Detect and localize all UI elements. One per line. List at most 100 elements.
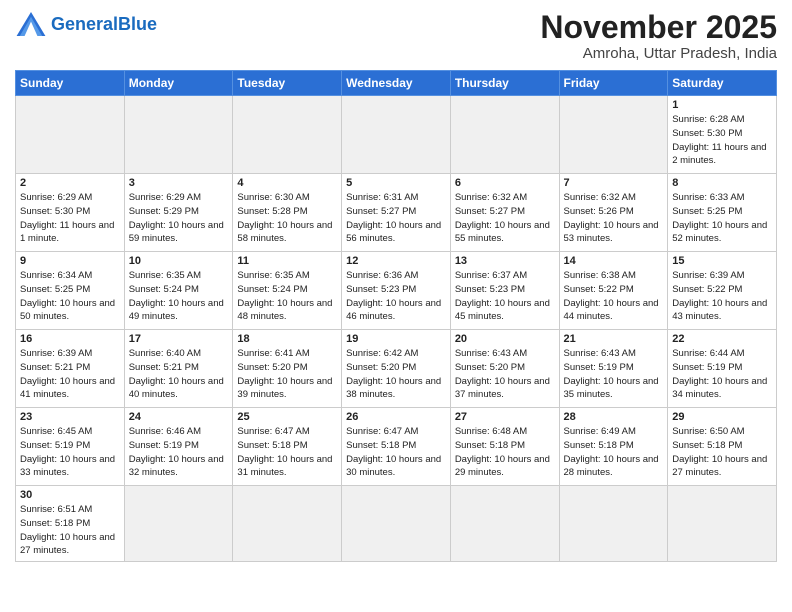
day-info: Sunrise: 6:40 AM Sunset: 5:21 PM Dayligh…	[129, 347, 229, 402]
header-cell-saturday: Saturday	[668, 71, 777, 96]
day-cell: 18 Sunrise: 6:41 AM Sunset: 5:20 PM Dayli…	[233, 330, 342, 408]
day-cell: 4 Sunrise: 6:30 AM Sunset: 5:28 PM Daylig…	[233, 174, 342, 252]
day-cell: 20 Sunrise: 6:43 AM Sunset: 5:20 PM Dayli…	[450, 330, 559, 408]
day-cell: 6 Sunrise: 6:32 AM Sunset: 5:27 PM Daylig…	[450, 174, 559, 252]
day-number: 30	[20, 489, 120, 501]
day-number: 5	[346, 177, 446, 189]
day-number: 10	[129, 255, 229, 267]
week-row-2: 2Sunrise: 6:29 AM Sunset: 5:30 PM Daylig…	[16, 174, 777, 252]
day-cell: 16 Sunrise: 6:39 AM Sunset: 5:21 PM Dayli…	[16, 330, 125, 408]
header-cell-wednesday: Wednesday	[342, 71, 451, 96]
subtitle: Amroha, Uttar Pradesh, India	[540, 45, 777, 62]
day-number: 6	[455, 177, 555, 189]
day-number: 25	[237, 411, 337, 423]
day-cell: 5Sunrise: 6:31 AM Sunset: 5:27 PM Daylig…	[342, 174, 451, 252]
day-info: Sunrise: 6:32 AM Sunset: 5:27 PM Dayligh…	[455, 191, 555, 246]
day-cell	[233, 96, 342, 174]
day-number: 26	[346, 411, 446, 423]
day-info: Sunrise: 6:47 AM Sunset: 5:18 PM Dayligh…	[346, 425, 446, 480]
day-info: Sunrise: 6:33 AM Sunset: 5:25 PM Dayligh…	[672, 191, 772, 246]
day-info: Sunrise: 6:51 AM Sunset: 5:18 PM Dayligh…	[20, 503, 120, 558]
day-cell: 23 Sunrise: 6:45 AM Sunset: 5:19 PM Dayli…	[16, 408, 125, 486]
month-title: November 2025	[540, 10, 777, 45]
day-cell: 26 Sunrise: 6:47 AM Sunset: 5:18 PM Dayli…	[342, 408, 451, 486]
day-info: Sunrise: 6:38 AM Sunset: 5:22 PM Dayligh…	[564, 269, 664, 324]
day-number: 8	[672, 177, 772, 189]
day-number: 11	[237, 255, 337, 267]
day-info: Sunrise: 6:32 AM Sunset: 5:26 PM Dayligh…	[564, 191, 664, 246]
day-cell: 8 Sunrise: 6:33 AM Sunset: 5:25 PM Daylig…	[668, 174, 777, 252]
day-cell: 29Sunrise: 6:50 AM Sunset: 5:18 PM Dayli…	[668, 408, 777, 486]
day-info: Sunrise: 6:43 AM Sunset: 5:20 PM Dayligh…	[455, 347, 555, 402]
day-number: 2	[20, 177, 120, 189]
day-info: Sunrise: 6:44 AM Sunset: 5:19 PM Dayligh…	[672, 347, 772, 402]
day-cell: 19Sunrise: 6:42 AM Sunset: 5:20 PM Dayli…	[342, 330, 451, 408]
day-info: Sunrise: 6:48 AM Sunset: 5:18 PM Dayligh…	[455, 425, 555, 480]
day-cell	[233, 486, 342, 562]
calendar-table: SundayMondayTuesdayWednesdayThursdayFrid…	[15, 70, 777, 562]
day-number: 7	[564, 177, 664, 189]
day-number: 14	[564, 255, 664, 267]
day-cell: 12Sunrise: 6:36 AM Sunset: 5:23 PM Dayli…	[342, 252, 451, 330]
day-cell: 10Sunrise: 6:35 AM Sunset: 5:24 PM Dayli…	[124, 252, 233, 330]
header-cell-friday: Friday	[559, 71, 668, 96]
header-cell-sunday: Sunday	[16, 71, 125, 96]
page: GeneralBlue November 2025 Amroha, Uttar …	[0, 0, 792, 572]
day-cell: 15 Sunrise: 6:39 AM Sunset: 5:22 PM Dayli…	[668, 252, 777, 330]
title-area: November 2025 Amroha, Uttar Pradesh, Ind…	[540, 10, 777, 62]
day-cell: 30 Sunrise: 6:51 AM Sunset: 5:18 PM Dayli…	[16, 486, 125, 562]
day-cell: 27Sunrise: 6:48 AM Sunset: 5:18 PM Dayli…	[450, 408, 559, 486]
day-cell: 2Sunrise: 6:29 AM Sunset: 5:30 PM Daylig…	[16, 174, 125, 252]
week-row-1: 1Sunrise: 6:28 AM Sunset: 5:30 PM Daylig…	[16, 96, 777, 174]
day-info: Sunrise: 6:37 AM Sunset: 5:23 PM Dayligh…	[455, 269, 555, 324]
day-info: Sunrise: 6:30 AM Sunset: 5:28 PM Dayligh…	[237, 191, 337, 246]
day-number: 15	[672, 255, 772, 267]
day-cell	[124, 96, 233, 174]
day-number: 9	[20, 255, 120, 267]
week-row-3: 9Sunrise: 6:34 AM Sunset: 5:25 PM Daylig…	[16, 252, 777, 330]
day-number: 16	[20, 333, 120, 345]
day-info: Sunrise: 6:35 AM Sunset: 5:24 PM Dayligh…	[237, 269, 337, 324]
day-number: 22	[672, 333, 772, 345]
day-info: Sunrise: 6:39 AM Sunset: 5:21 PM Dayligh…	[20, 347, 120, 402]
day-info: Sunrise: 6:45 AM Sunset: 5:19 PM Dayligh…	[20, 425, 120, 480]
day-info: Sunrise: 6:49 AM Sunset: 5:18 PM Dayligh…	[564, 425, 664, 480]
day-number: 28	[564, 411, 664, 423]
day-info: Sunrise: 6:46 AM Sunset: 5:19 PM Dayligh…	[129, 425, 229, 480]
logo: GeneralBlue	[15, 10, 157, 38]
header-cell-thursday: Thursday	[450, 71, 559, 96]
day-info: Sunrise: 6:29 AM Sunset: 5:29 PM Dayligh…	[129, 191, 229, 246]
logo-text: GeneralBlue	[51, 15, 157, 33]
day-number: 3	[129, 177, 229, 189]
day-number: 1	[672, 99, 772, 111]
header-cell-monday: Monday	[124, 71, 233, 96]
day-cell: 24 Sunrise: 6:46 AM Sunset: 5:19 PM Dayli…	[124, 408, 233, 486]
day-number: 4	[237, 177, 337, 189]
day-number: 20	[455, 333, 555, 345]
week-row-4: 16 Sunrise: 6:39 AM Sunset: 5:21 PM Dayli…	[16, 330, 777, 408]
day-info: Sunrise: 6:39 AM Sunset: 5:22 PM Dayligh…	[672, 269, 772, 324]
day-info: Sunrise: 6:47 AM Sunset: 5:18 PM Dayligh…	[237, 425, 337, 480]
day-number: 21	[564, 333, 664, 345]
day-cell	[342, 486, 451, 562]
day-cell: 14 Sunrise: 6:38 AM Sunset: 5:22 PM Dayli…	[559, 252, 668, 330]
day-info: Sunrise: 6:42 AM Sunset: 5:20 PM Dayligh…	[346, 347, 446, 402]
header-row: SundayMondayTuesdayWednesdayThursdayFrid…	[16, 71, 777, 96]
day-cell: 21Sunrise: 6:43 AM Sunset: 5:19 PM Dayli…	[559, 330, 668, 408]
day-number: 23	[20, 411, 120, 423]
day-number: 13	[455, 255, 555, 267]
day-info: Sunrise: 6:41 AM Sunset: 5:20 PM Dayligh…	[237, 347, 337, 402]
day-cell: 3 Sunrise: 6:29 AM Sunset: 5:29 PM Daylig…	[124, 174, 233, 252]
day-cell	[559, 96, 668, 174]
day-info: Sunrise: 6:36 AM Sunset: 5:23 PM Dayligh…	[346, 269, 446, 324]
day-cell: 9Sunrise: 6:34 AM Sunset: 5:25 PM Daylig…	[16, 252, 125, 330]
day-cell: 28 Sunrise: 6:49 AM Sunset: 5:18 PM Dayli…	[559, 408, 668, 486]
day-cell	[450, 486, 559, 562]
day-cell: 1Sunrise: 6:28 AM Sunset: 5:30 PM Daylig…	[668, 96, 777, 174]
day-cell: 25 Sunrise: 6:47 AM Sunset: 5:18 PM Dayli…	[233, 408, 342, 486]
day-cell: 17Sunrise: 6:40 AM Sunset: 5:21 PM Dayli…	[124, 330, 233, 408]
day-number: 24	[129, 411, 229, 423]
logo-icon	[15, 10, 47, 38]
week-row-5: 23 Sunrise: 6:45 AM Sunset: 5:19 PM Dayli…	[16, 408, 777, 486]
day-number: 18	[237, 333, 337, 345]
